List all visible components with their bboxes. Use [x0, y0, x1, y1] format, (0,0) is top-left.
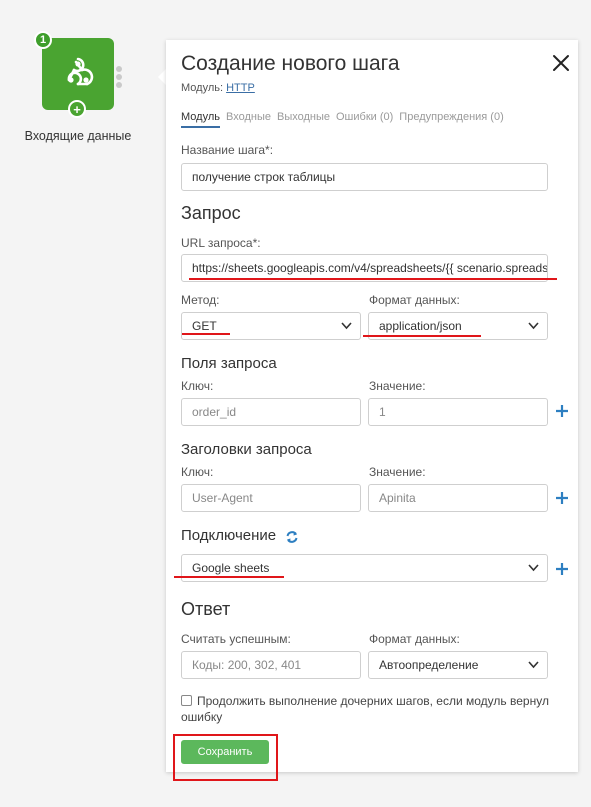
- annotation-underline-method: [182, 333, 230, 335]
- webhook-icon: [67, 57, 94, 86]
- data-format-label: Формат данных:: [369, 293, 460, 307]
- tab-warnings[interactable]: Предупреждения (0): [399, 111, 503, 128]
- request-fields-heading: Поля запроса: [181, 355, 277, 372]
- add-child-step-button[interactable]: +: [68, 100, 86, 118]
- module-info: Модуль: HTTP: [181, 82, 255, 94]
- node-menu-dots-icon[interactable]: [116, 66, 122, 90]
- header-value-label: Значение:: [369, 465, 426, 479]
- add-field-plus-icon[interactable]: [555, 404, 569, 418]
- field-key-input[interactable]: order_id: [181, 398, 361, 426]
- chevron-down-icon: [341, 322, 352, 330]
- field-key-label: Ключ:: [181, 379, 214, 393]
- header-value-input[interactable]: Apinita: [368, 484, 548, 512]
- add-connection-plus-icon[interactable]: [555, 562, 569, 576]
- add-header-plus-icon[interactable]: [555, 491, 569, 505]
- tab-outputs[interactable]: Выходные: [277, 111, 330, 128]
- method-select[interactable]: GET: [181, 312, 361, 340]
- url-label: URL запроса*:: [181, 236, 261, 250]
- chevron-down-icon: [528, 661, 539, 669]
- annotation-box-save: [173, 734, 278, 781]
- close-icon[interactable]: [551, 53, 571, 73]
- node-label: Входящие данные: [24, 129, 132, 143]
- tabs: Модуль Входные Выходные Ошибки (0) Преду…: [181, 111, 510, 128]
- step-name-label: Название шага*:: [181, 143, 274, 157]
- tab-errors[interactable]: Ошибки (0): [336, 111, 393, 128]
- header-key-label: Ключ:: [181, 465, 214, 479]
- module-link[interactable]: HTTP: [226, 82, 255, 94]
- annotation-underline-connection: [174, 576, 284, 578]
- field-value-input[interactable]: 1: [368, 398, 548, 426]
- panel-title: Создание нового шага: [181, 52, 400, 75]
- continue-on-error-label: Продолжить выполнение дочерних шагов, ес…: [181, 694, 549, 724]
- module-label: Модуль:: [181, 82, 224, 94]
- method-label: Метод:: [181, 293, 220, 307]
- node-step-badge: 1: [34, 31, 52, 49]
- annotation-underline-format: [363, 335, 481, 337]
- response-heading: Ответ: [181, 599, 231, 619]
- step-name-input[interactable]: получение строк таблицы: [181, 163, 548, 191]
- panel-pointer: [158, 69, 166, 85]
- tab-module[interactable]: Модуль: [181, 111, 220, 128]
- create-step-panel: Создание нового шага Модуль: HTTP Модуль…: [166, 40, 578, 772]
- field-value-label: Значение:: [369, 379, 426, 393]
- tab-inputs[interactable]: Входные: [226, 111, 271, 128]
- header-key-input[interactable]: User-Agent: [181, 484, 361, 512]
- connection-heading: Подключение: [181, 527, 277, 544]
- response-format-label: Формат данных:: [369, 632, 460, 646]
- data-format-value: application/json: [379, 319, 462, 333]
- annotation-underline-url: [189, 278, 557, 280]
- success-codes-input[interactable]: Коды: 200, 302, 401: [181, 651, 361, 679]
- response-format-value: Автоопределение: [379, 658, 479, 672]
- success-codes-label: Считать успешным:: [181, 632, 291, 646]
- refresh-icon[interactable]: [285, 530, 299, 544]
- request-heading: Запрос: [181, 203, 241, 223]
- chevron-down-icon: [528, 322, 539, 330]
- method-value: GET: [192, 319, 217, 333]
- chevron-down-icon: [528, 564, 539, 572]
- response-format-select[interactable]: Автоопределение: [368, 651, 548, 679]
- connection-value: Google sheets: [192, 561, 270, 575]
- request-headers-heading: Заголовки запроса: [181, 441, 312, 458]
